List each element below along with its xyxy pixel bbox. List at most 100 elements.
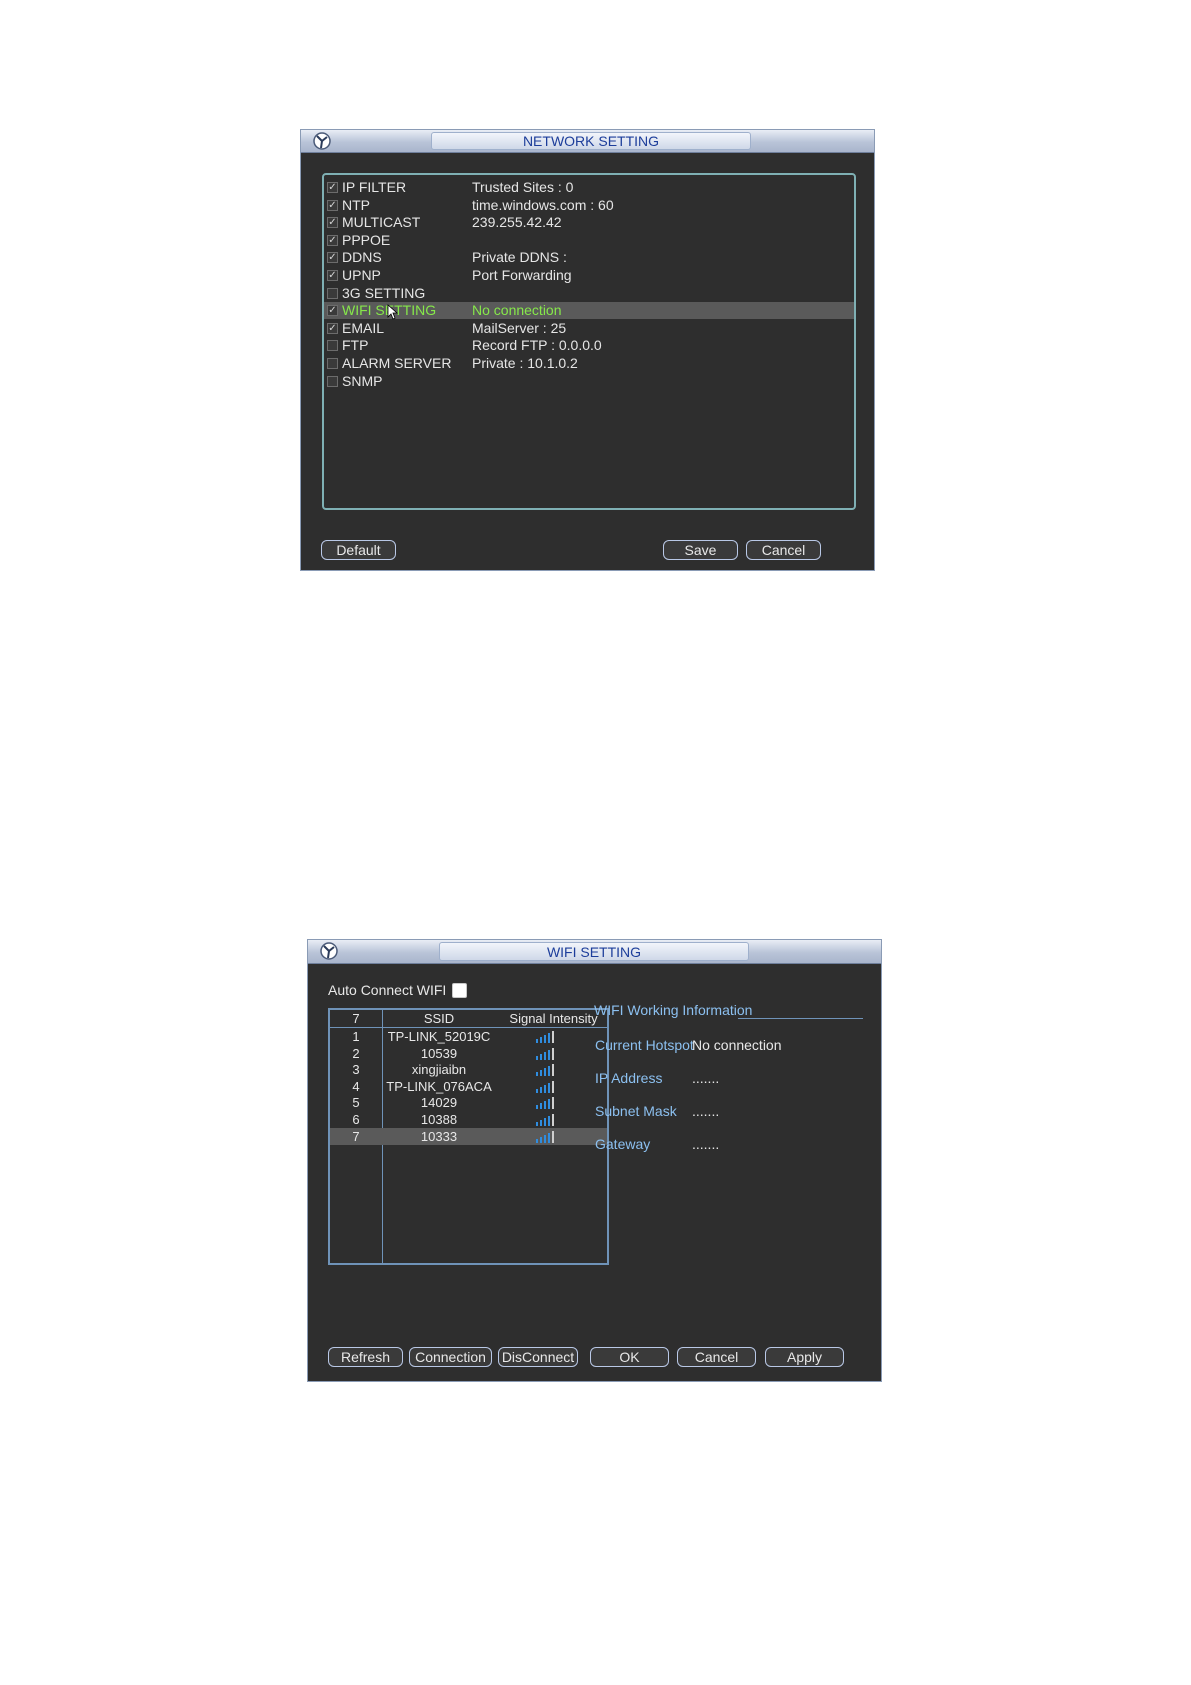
setting-name: DDNS [342,249,382,266]
setting-enable-checkbox[interactable] [327,340,338,352]
header-signal: Signal Intensity [509,1011,598,1026]
refresh-button[interactable]: Refresh [328,1347,403,1367]
network-setting-window: NETWORK SETTING ✓ IP FILTER Trusted Sites … [300,129,875,571]
setting-enable-checkbox[interactable]: ✓ [327,182,338,193]
setting-name: 3G SETTING [342,284,426,301]
row-ssid: 10388 [420,1112,458,1127]
setting-row[interactable]: FTP Record FTP : 0.0.0.0 [324,337,854,354]
signal-bar [544,1051,546,1060]
setting-row[interactable]: 3G SETTING [324,285,854,302]
setting-row[interactable]: ✓ EMAIL MailServer : 25 [324,320,854,337]
table-row[interactable]: 4 TP-LINK_076ACA [330,1078,607,1095]
header-ssid: SSID [423,1011,455,1026]
title-bar: NETWORK SETTING [301,130,874,153]
setting-enable-checkbox[interactable]: ✓ [327,322,338,334]
title-bar: WIFI SETTING [308,940,881,964]
signal-strength-icon [536,1114,558,1126]
table-row[interactable]: 2 10539 [330,1045,607,1062]
setting-enable-checkbox[interactable] [327,375,338,387]
subnet-mask-value: ....... [692,1103,720,1119]
signal-strength-icon [536,1080,558,1093]
signal-bar [540,1086,542,1093]
default-button[interactable]: Default [321,540,396,560]
table-row[interactable]: 3 xingjiaibn [330,1061,607,1078]
setting-row[interactable]: ✓ WIFI SETTING No connection [324,302,854,320]
setting-enable-checkbox[interactable]: ✓ [327,252,338,264]
signal-bar [552,1031,554,1043]
table-row[interactable]: 1 TP-LINK_52019C [330,1028,607,1045]
setting-row[interactable]: ✓ IP FILTER Trusted Sites : 0 [324,179,854,196]
row-index: 6 [352,1112,360,1127]
signal-bar [540,1120,542,1126]
row-index: 3 [352,1062,360,1078]
info-heading: WIFI Working Information [594,1002,753,1018]
signal-bar [536,1039,538,1043]
signal-bar [552,1064,554,1077]
signal-bar [540,1053,542,1060]
auto-connect-checkbox[interactable] [452,983,467,998]
setting-row[interactable]: ✓ DDNS Private DDNS : [324,249,854,266]
setting-enable-checkbox[interactable]: ✓ [327,305,338,317]
signal-bar [552,1047,554,1060]
signal-bar [552,1097,554,1110]
signal-bar [536,1072,538,1077]
app-logo-icon [313,132,331,150]
setting-row[interactable]: ✓ NTP time.windows.com : 60 [324,197,854,214]
signal-bar [548,1033,550,1043]
cancel-button[interactable]: Cancel [677,1347,756,1367]
current-hotspot-value: No connection [692,1037,782,1053]
signal-bar [536,1138,538,1143]
table-row[interactable]: 6 10388 [330,1111,607,1128]
setting-name: UPNP [342,267,381,283]
signal-bar [548,1066,550,1077]
row-ssid: TP-LINK_52019C [387,1029,491,1044]
connection-button[interactable]: Connection [409,1347,492,1367]
signal-bar [544,1101,546,1110]
setting-name: EMAIL [342,319,385,336]
signal-strength-icon [536,1064,558,1077]
setting-value: Private : 10.1.0.2 [472,355,578,371]
table-row[interactable]: 5 14029 [330,1094,607,1111]
setting-enable-checkbox[interactable]: ✓ [327,199,338,211]
signal-bar [540,1103,542,1110]
setting-enable-checkbox[interactable]: ✓ [327,217,338,229]
row-ssid: 10539 [420,1045,458,1061]
setting-row[interactable]: ✓ PPPOE [324,232,854,249]
signal-bar [536,1122,538,1126]
signal-bar [540,1136,542,1143]
setting-row[interactable]: ✓ UPNP Port Forwarding [324,267,854,284]
setting-name: PPPOE [342,231,391,248]
disconnect-button[interactable]: DisConnect [498,1347,578,1367]
setting-row[interactable]: SNMP [324,373,854,390]
apply-button[interactable]: Apply [765,1347,844,1367]
row-ssid: xingjiaibn [411,1062,467,1078]
signal-bar [548,1099,550,1110]
window-title: NETWORK SETTING [431,132,751,150]
setting-enable-checkbox[interactable]: ✓ [327,234,338,246]
auto-connect-label: Auto Connect WIFI [328,982,447,998]
table-row[interactable]: 7 10333 [330,1127,607,1145]
setting-row[interactable]: ALARM SERVER Private : 10.1.0.2 [324,355,854,372]
ip-address-value: ....... [692,1070,720,1086]
signal-bar [536,1105,538,1110]
setting-enable-checkbox[interactable] [327,358,338,369]
signal-bar [540,1070,542,1077]
gateway-label: Gateway [595,1136,651,1152]
setting-row[interactable]: ✓ MULTICAST 239.255.42.42 [324,214,854,231]
network-settings-list: ✓ IP FILTER Trusted Sites : 0 ✓ NTP time.wind… [322,173,856,510]
row-ssid: 10333 [420,1128,458,1144]
setting-enable-checkbox[interactable] [327,287,338,299]
cancel-button[interactable]: Cancel [746,540,821,560]
setting-name: FTP [342,337,369,354]
ok-button[interactable]: OK [590,1347,669,1367]
setting-name: NTP [342,196,370,213]
signal-strength-icon [536,1097,558,1110]
save-button[interactable]: Save [663,540,738,560]
signal-bar [548,1049,550,1060]
signal-bar [544,1118,546,1126]
setting-value: time.windows.com : 60 [472,196,614,213]
setting-enable-checkbox[interactable]: ✓ [327,270,338,281]
setting-name: ALARM SERVER [342,355,452,371]
signal-strength-icon [536,1047,558,1060]
signal-bar [544,1084,546,1093]
